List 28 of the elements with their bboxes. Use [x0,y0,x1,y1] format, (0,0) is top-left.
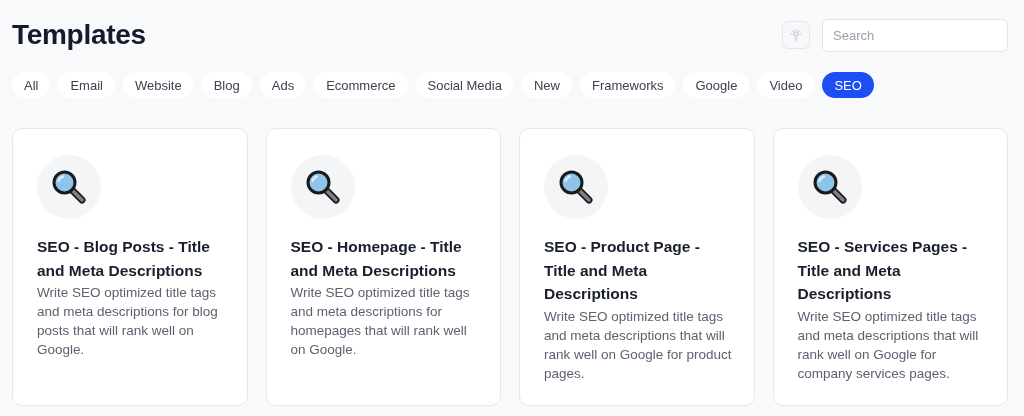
search-field[interactable]: Search [822,18,1008,52]
filter-chip[interactable]: Email [58,72,115,98]
template-card[interactable]: SEO - Blog Posts - Title and Meta Descriptions Write SEO optimized title tags and meta descriptions for blog posts that will rank well on Google. [12,128,248,406]
template-card[interactable]: SEO - Homepage - Title and Meta Descriptions Write SEO optimized title tags and meta descriptions for homepages that will rank well on Google. [265,128,501,406]
card-description: Write SEO optimized title tags and meta descriptions for homepages that will rank well on Google. [290,284,471,359]
filter-chip[interactable]: Ecommerce [314,72,408,98]
card-title: SEO - Homepage - Title and Meta Descriptions [290,237,463,281]
filter-chip[interactable]: Video [757,72,815,98]
filter-chip[interactable]: SEO [822,72,874,98]
filter-chip[interactable]: Google [683,72,750,98]
card-description: Write SEO optimized title tags and meta descriptions that will rank well on Google for company services pages. [797,307,980,383]
lightbulb-icon [790,29,802,41]
page-title: Templates [12,19,146,51]
template-card[interactable]: SEO - Services Pages - Title and Meta Descriptions Write SEO optimized title tags and meta descriptions that will rank well on Google for company services pages. [772,128,1008,406]
filter-chip[interactable]: Social Media [415,72,514,98]
filter-chip[interactable]: Ads [259,72,307,98]
filter-chip[interactable]: Frameworks [579,72,676,98]
theme-toggle-button[interactable] [782,21,810,49]
filter-chip[interactable]: New [521,72,572,98]
card-description: Write SEO optimized title tags and meta descriptions that will rank well on Google for product pages. [544,307,733,383]
template-card[interactable]: SEO - Product Page - Title and Meta Descriptions Write SEO optimized title tags and meta descriptions that will rank well on Google for product pages. [519,128,755,406]
card-title: SEO - Blog Posts - Title and Meta Descriptions [37,237,211,281]
filter-chip[interactable]: All [12,72,51,98]
filter-chip[interactable]: Blog [201,72,252,98]
filter-chip[interactable]: Website [122,72,194,98]
card-description: Write SEO optimized title tags and meta descriptions for blog posts that will rank well on Google. [37,284,219,359]
card-title: SEO - Services Pages - Title and Meta Descriptions [797,237,969,304]
card-title: SEO - Product Page - Title and Meta Descriptions [544,237,701,304]
